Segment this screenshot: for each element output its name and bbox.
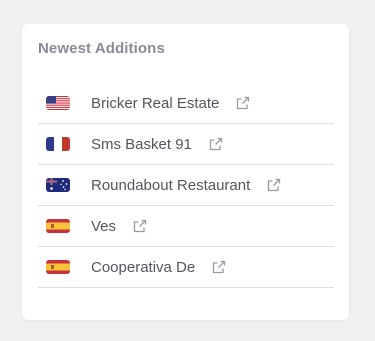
external-link-icon[interactable]	[133, 219, 147, 233]
es-flag-icon	[46, 219, 70, 233]
us-flag-icon	[46, 96, 70, 110]
es-flag-icon	[46, 260, 70, 274]
item-name: Sms Basket 91	[91, 135, 192, 153]
item-name: Bricker Real Estate	[91, 94, 220, 112]
list-item[interactable]: Roundabout Restaurant	[38, 165, 334, 206]
additions-list: Bricker Real Estate Sms Basket 91 Rounda…	[38, 83, 334, 288]
list-item[interactable]: Sms Basket 91	[38, 124, 334, 165]
list-item[interactable]: Bricker Real Estate	[38, 83, 334, 124]
au-flag-icon	[46, 178, 70, 192]
item-name: Cooperativa De	[91, 258, 196, 276]
external-link-icon[interactable]	[212, 260, 226, 274]
list-item[interactable]: Ves	[38, 206, 334, 247]
external-link-icon[interactable]	[236, 96, 250, 110]
item-name: Roundabout Restaurant	[91, 176, 251, 194]
list-item[interactable]: Cooperativa De	[38, 247, 334, 288]
fr-flag-icon	[46, 137, 70, 151]
card-title: Newest Additions	[38, 40, 165, 57]
newest-additions-card: Newest Additions Bricker Real Estate Sms…	[22, 24, 349, 320]
external-link-icon[interactable]	[267, 178, 281, 192]
external-link-icon[interactable]	[209, 137, 223, 151]
item-name: Ves	[91, 217, 117, 235]
